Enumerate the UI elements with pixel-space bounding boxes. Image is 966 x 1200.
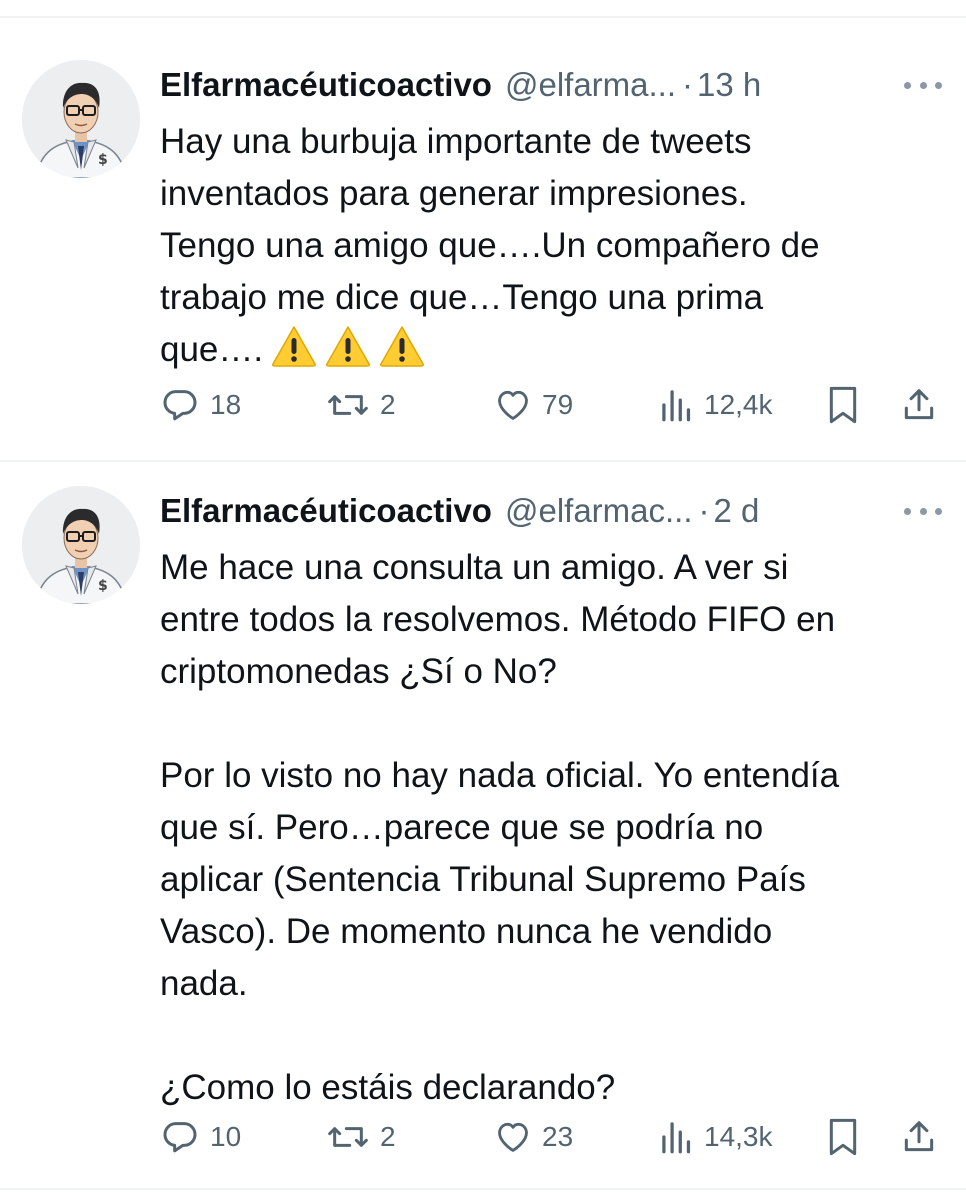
reply-icon — [163, 1122, 197, 1153]
warning-emoji-icon — [326, 326, 371, 367]
bookmark-button[interactable] — [826, 1112, 860, 1162]
tweet-line: que sí. Pero…parece que se podría no — [160, 808, 764, 847]
svg-text:$: $ — [98, 152, 108, 168]
repost-count: 2 — [380, 389, 396, 420]
avatar[interactable]: $ — [22, 60, 140, 178]
more-icon[interactable] — [900, 70, 946, 100]
tweet-line: Hay una burbuja importante de tweets — [160, 122, 752, 161]
separator-dot: · — [682, 66, 694, 103]
tweet-text: Me hace una consulta un amigo. A ver si … — [160, 542, 950, 1114]
like-count: 23 — [542, 1121, 574, 1152]
bookmark-button[interactable] — [826, 380, 860, 430]
share-button[interactable] — [900, 380, 938, 430]
bookmark-icon — [829, 386, 857, 424]
like-button[interactable]: 79 — [494, 380, 573, 430]
timestamp[interactable]: 2 d — [714, 492, 760, 530]
reply-count: 18 — [210, 389, 242, 420]
bottom-divider — [0, 1188, 966, 1190]
user-handle[interactable]: @elfarmac... — [505, 492, 693, 530]
tweet-line-text: que…. — [160, 330, 264, 369]
timestamp[interactable]: 13 h — [697, 66, 761, 104]
tweet-2[interactable]: $ Elfarmacéuticoactivo @elfarmac... · 2 … — [0, 486, 966, 1166]
bookmark-icon — [829, 1118, 857, 1156]
like-count: 79 — [542, 389, 574, 420]
views-count: 12,4k — [704, 389, 773, 420]
tweet-line: Vasco). De momento nunca he vendido — [160, 912, 773, 951]
avatar-illustration: $ — [22, 486, 140, 604]
separator-dot: · — [698, 492, 710, 529]
share-icon — [904, 389, 934, 420]
tweet-line: aplicar (Sentencia Tribunal Supremo País — [160, 860, 806, 899]
views-button[interactable]: 14,3k — [660, 1112, 773, 1162]
views-count: 14,3k — [704, 1121, 773, 1152]
tweet-text: Hay una burbuja importante de tweets inv… — [160, 116, 950, 376]
display-name[interactable]: Elfarmacéuticoactivo — [160, 66, 492, 104]
tweet-line: ¿Como lo estáis declarando? — [160, 1068, 616, 1107]
tweet-divider — [0, 460, 966, 462]
repost-count: 2 — [380, 1121, 396, 1152]
repost-icon — [328, 395, 368, 415]
tweet-line: entre todos la resolvemos. Método FIFO e… — [160, 600, 836, 639]
share-icon — [904, 1121, 934, 1152]
heart-icon — [498, 1122, 528, 1152]
reply-button[interactable]: 18 — [160, 380, 241, 430]
heart-icon — [498, 390, 528, 420]
tweet-actions: 10 2 23 14,3k — [0, 1112, 966, 1162]
reply-button[interactable]: 10 — [160, 1112, 241, 1162]
views-button[interactable]: 12,4k — [660, 380, 773, 430]
avatar-illustration: $ — [22, 60, 140, 178]
tweet-1[interactable]: $ Elfarmacéuticoactivo @elfarma... · 13 … — [0, 60, 966, 460]
tweet-actions: 18 2 79 12,4k — [0, 380, 966, 430]
tweet-line: criptomonedas ¿Sí o No? — [160, 652, 557, 691]
views-icon — [662, 1122, 691, 1154]
tweet-line: Por lo visto no hay nada oficial. Yo ent… — [160, 756, 840, 795]
repost-button[interactable]: 2 — [326, 1112, 396, 1162]
more-icon[interactable] — [900, 496, 946, 526]
top-divider — [0, 16, 966, 18]
reply-icon — [163, 390, 197, 421]
tweet-line: Me hace una consulta un amigo. A ver si — [160, 548, 789, 587]
tweet-header: Elfarmacéuticoactivo @elfarmac... · 2 d — [160, 486, 759, 536]
tweet-line: nada. — [160, 964, 248, 1003]
tweet-line: trabajo me dice que…Tengo una prima — [160, 278, 764, 317]
tweet-line: que…. — [160, 324, 950, 376]
views-icon — [662, 390, 691, 422]
repost-icon — [328, 1127, 368, 1147]
tweet-line: Tengo una amigo que….Un compañero de — [160, 226, 820, 265]
like-button[interactable]: 23 — [494, 1112, 573, 1162]
reply-count: 10 — [210, 1121, 242, 1152]
svg-text:$: $ — [98, 578, 108, 594]
tweet-blank-line — [160, 698, 950, 750]
warning-emoji-icon — [272, 326, 317, 367]
repost-button[interactable]: 2 — [326, 380, 396, 430]
tweet-blank-line — [160, 1010, 950, 1062]
tweet-line: inventados para generar impresiones. — [160, 174, 748, 213]
user-handle[interactable]: @elfarma... — [505, 66, 676, 104]
avatar[interactable]: $ — [22, 486, 140, 604]
display-name[interactable]: Elfarmacéuticoactivo — [160, 492, 492, 530]
tweet-header: Elfarmacéuticoactivo @elfarma... · 13 h — [160, 60, 761, 110]
warning-emoji-icon — [380, 326, 425, 367]
share-button[interactable] — [900, 1112, 938, 1162]
